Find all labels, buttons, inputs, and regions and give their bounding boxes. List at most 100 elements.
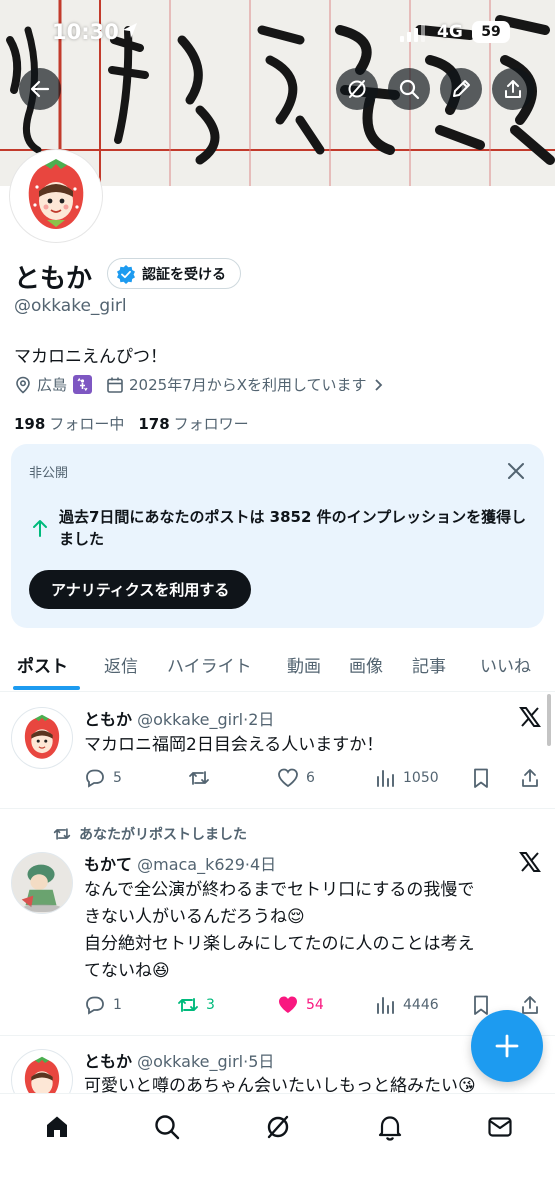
use-analytics-button[interactable]: アナリティクスを利用する	[29, 570, 252, 609]
views-chart-icon	[377, 997, 394, 1014]
close-icon[interactable]	[505, 460, 527, 482]
post-avatar[interactable]	[11, 707, 73, 769]
signal-icon	[400, 24, 425, 42]
compose-post-button[interactable]	[471, 1010, 543, 1082]
post-text-line: きない人がいるんだろうね😌	[84, 907, 305, 927]
messages-icon	[488, 1117, 512, 1137]
like-button[interactable]: 54	[277, 994, 324, 1016]
verified-badge-icon	[117, 264, 135, 284]
active-tab-indicator	[13, 686, 80, 690]
analytics-card: 非公開 過去7日間にあなたのポストは 3852 件のインプレッションを獲得しまし…	[11, 444, 544, 628]
get-verified-button[interactable]: 認証を受ける	[107, 258, 241, 289]
post-avatar[interactable]	[11, 852, 73, 914]
post-handle: @okkake_girl	[137, 710, 244, 729]
nav-notifications[interactable]	[370, 1110, 410, 1144]
repost-count: 3	[206, 997, 215, 1013]
post-handle: @okkake_girl	[137, 1052, 244, 1071]
search-icon	[155, 1115, 180, 1140]
grok-button[interactable]	[336, 68, 378, 110]
chevron-right-icon	[374, 378, 382, 391]
views-button[interactable]: 4446	[374, 994, 439, 1016]
following-link[interactable]: 198 フォロー中	[14, 413, 124, 434]
share-icon[interactable]	[519, 767, 541, 789]
tab-videos[interactable]: 動画	[287, 652, 321, 677]
followers-link[interactable]: 178 フォロワー	[138, 413, 248, 434]
post-author: ともか	[84, 710, 133, 729]
post-actions: 5 6 1050	[84, 767, 544, 791]
repost-note-text: あなたがリポストしました	[79, 827, 247, 843]
impressions-message: 過去7日間にあなたのポストは 3852 件のインプレッションを獲得しました	[59, 508, 527, 548]
profile-bio: マカロニえんぴつ！	[14, 347, 167, 367]
back-icon	[30, 80, 50, 98]
search-button[interactable]	[388, 68, 430, 110]
post-item[interactable]: あなたがリポストしました もかて @maca_k629·4日 なんで全公演が終わ…	[0, 810, 555, 1036]
view-count: 4446	[403, 997, 439, 1013]
grok-icon	[267, 1115, 289, 1139]
bookmark-icon[interactable]	[470, 994, 492, 1016]
reply-count: 5	[113, 770, 122, 786]
status-time: 10:30	[52, 20, 119, 44]
like-count: 6	[306, 770, 315, 786]
elevator-icon	[73, 375, 93, 394]
reply-button[interactable]: 1	[84, 994, 122, 1016]
edit-profile-button[interactable]	[440, 68, 482, 110]
get-verified-label: 認証を受ける	[142, 266, 226, 283]
repost-button[interactable]: 3	[177, 994, 215, 1016]
post-item[interactable]: ともか @okkake_girl·2日 マカロニ福岡2日目会える人いますか！ 5…	[0, 693, 555, 809]
repost-button[interactable]	[188, 767, 217, 789]
following-count: 198	[14, 415, 46, 433]
post-text-line: 自分絶対セトリ楽しみにしてたのに人のことは考え	[84, 934, 475, 954]
tab-replies[interactable]: 返信	[104, 652, 138, 677]
like-button[interactable]: 6	[277, 767, 315, 789]
views-button[interactable]: 1050	[374, 767, 439, 789]
tab-images[interactable]: 画像	[349, 652, 383, 677]
calendar-icon	[107, 377, 123, 393]
profile-tabs: ポスト 返信 ハイライト 動画 画像 記事 いいね	[0, 640, 555, 692]
share-button[interactable]	[492, 68, 534, 110]
edit-icon	[453, 80, 470, 97]
post-handle: @maca_k629	[137, 855, 245, 874]
private-label: 非公開	[29, 466, 69, 481]
heart-icon	[278, 768, 298, 788]
tab-posts[interactable]: ポスト	[17, 652, 68, 677]
back-button[interactable]	[19, 68, 61, 110]
nav-messages[interactable]	[480, 1110, 520, 1144]
nav-search[interactable]	[147, 1110, 187, 1144]
tab-highlights[interactable]: ハイライト	[167, 652, 252, 677]
tab-articles[interactable]: 記事	[412, 652, 446, 677]
joined-date[interactable]: 2025年7月からXを利用しています	[106, 374, 384, 395]
tab-likes[interactable]: いいね	[480, 652, 531, 677]
post-avatar[interactable]	[11, 1049, 73, 1097]
reply-icon	[86, 769, 104, 788]
search-icon	[399, 79, 420, 100]
post-header: もかて @maca_k629·4日	[84, 851, 276, 875]
profile-avatar[interactable]	[10, 150, 102, 242]
profile-meta: 広島 2025年7月からXを利用しています	[14, 374, 384, 395]
profile-handle: @okkake_girl	[14, 296, 127, 316]
post-header: ともか @okkake_girl·5日	[84, 1048, 274, 1072]
following-label: フォロー中	[49, 415, 125, 433]
like-count: 54	[306, 997, 324, 1013]
nav-home[interactable]	[37, 1110, 77, 1144]
post-time: 5日	[248, 1052, 275, 1071]
post-time: 4日	[250, 855, 277, 874]
joined-text: 2025年7月からXを利用しています	[129, 376, 367, 394]
followers-count: 178	[138, 415, 170, 433]
follow-stats: 198 フォロー中 178 フォロワー	[14, 413, 249, 434]
post-text: マカロニ福岡2日目会える人いますか！	[84, 735, 384, 755]
battery-level: 59	[472, 21, 510, 43]
post-author: もかて	[84, 855, 133, 874]
repost-icon	[178, 998, 198, 1012]
network-type: 4G	[437, 22, 463, 42]
share-icon	[505, 80, 521, 98]
reply-button[interactable]: 5	[84, 767, 122, 789]
views-chart-icon	[377, 770, 394, 787]
figurine-avatar-image	[12, 853, 72, 913]
plus-icon	[495, 1034, 519, 1058]
bookmark-icon[interactable]	[470, 767, 492, 789]
x-logo-icon	[519, 707, 541, 727]
post-text: なんで全公演が終わるまでセトリ口にするの我慢で きない人がいるんだろうね😌 自分…	[84, 877, 544, 985]
strawberry-girl-avatar-image	[28, 159, 84, 229]
nav-grok[interactable]	[258, 1110, 298, 1144]
notifications-icon	[378, 1116, 402, 1141]
